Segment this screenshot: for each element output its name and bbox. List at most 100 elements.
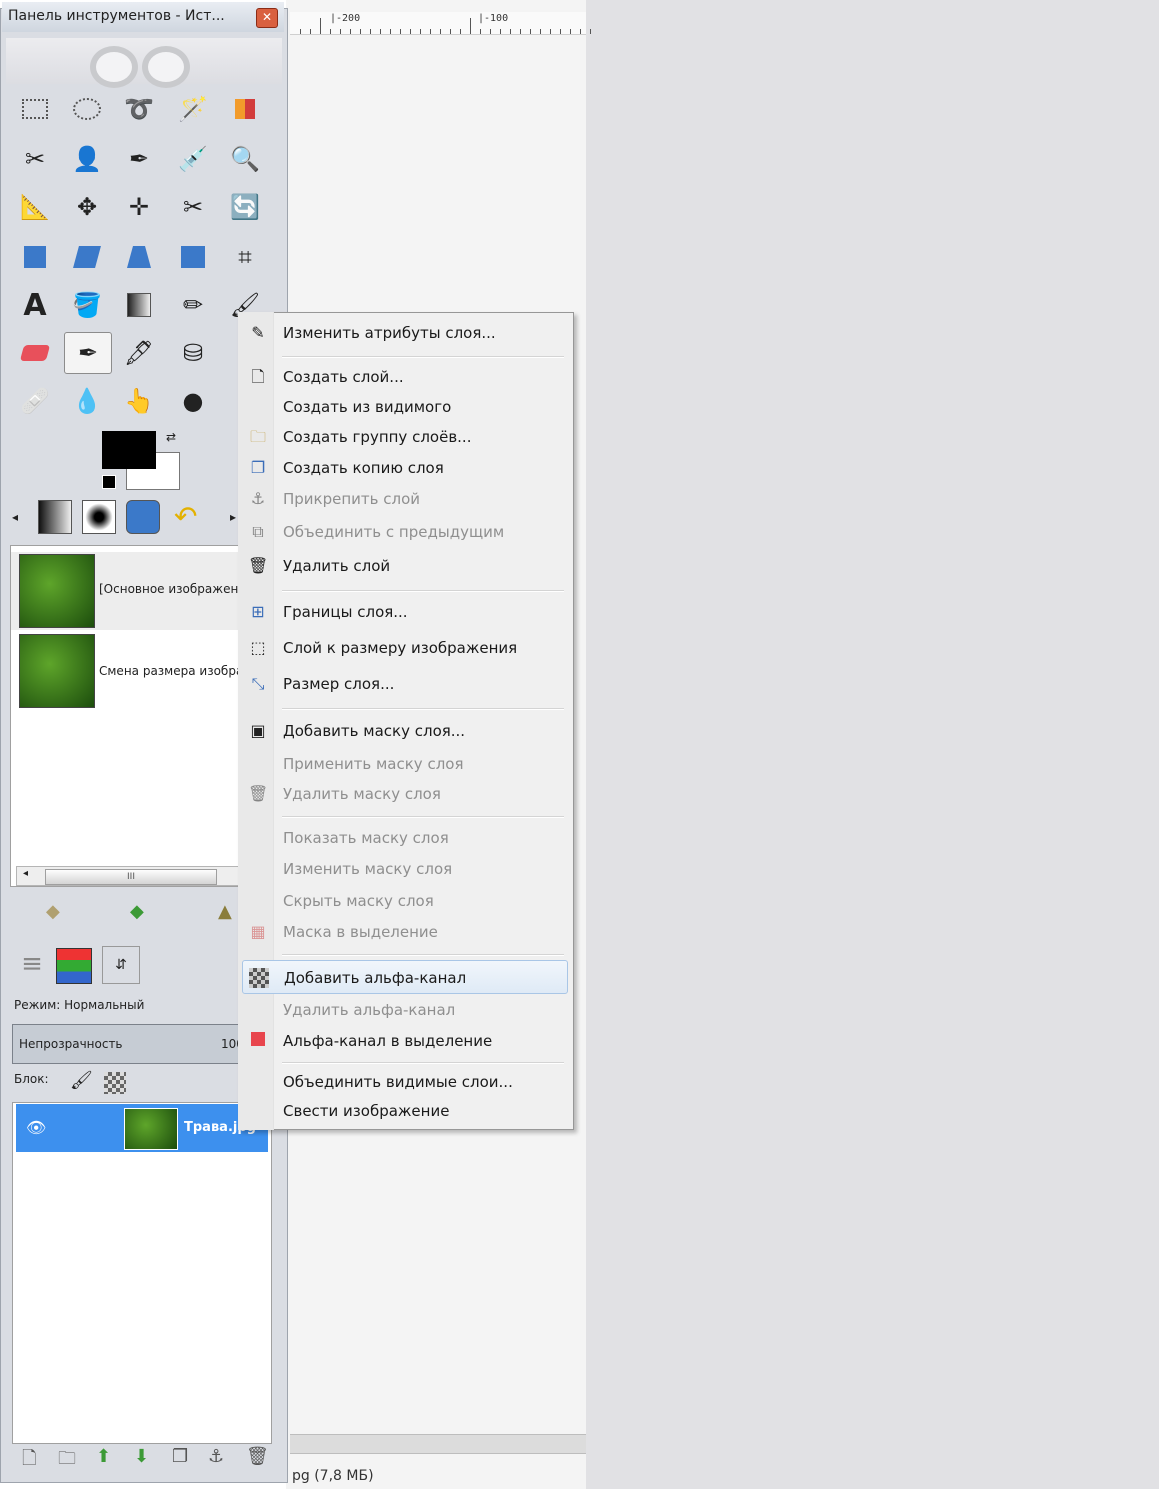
list-item[interactable]: Смена размера изображения	[11, 634, 247, 712]
ruler-tick	[360, 29, 361, 34]
new-group-icon[interactable]: 🗀	[58, 1446, 76, 1476]
lock-pixels-icon[interactable]: 🖌	[70, 1070, 93, 1091]
lower-layer-icon[interactable]: ⬇	[134, 1446, 149, 1467]
rect-select-icon[interactable]	[18, 92, 52, 126]
arrow-left-icon[interactable]: ◂	[12, 510, 18, 524]
gradient-tab-icon[interactable]	[38, 500, 72, 534]
delete-image-icon[interactable]: ▲	[218, 901, 232, 922]
ruler-tick	[400, 29, 401, 34]
heal-icon[interactable]: 🩹	[18, 384, 52, 418]
color-picker-icon[interactable]: 💉	[176, 142, 210, 176]
menu-item-add-layer-mask[interactable]: ▣ Добавить маску слоя...	[242, 716, 568, 746]
opacity-slider[interactable]: Непрозрачность 100	[12, 1024, 244, 1064]
foreground-select-icon[interactable]: 👤	[70, 142, 104, 176]
dodge-burn-icon[interactable]: ●	[176, 384, 210, 418]
mode-value[interactable]: Нормальный	[64, 998, 144, 1012]
menu-item-anchor-layer[interactable]: ⚓ Прикрепить слой	[242, 484, 568, 514]
new-view-icon[interactable]: ◆	[130, 901, 144, 922]
close-button[interactable]: ✕	[256, 8, 278, 28]
blend-icon[interactable]	[122, 288, 156, 322]
free-select-icon[interactable]: ➰	[122, 92, 156, 126]
brush-tab-icon[interactable]	[82, 500, 116, 534]
menu-item-disable-layer-mask[interactable]: Скрыть маску слоя	[242, 886, 568, 916]
bucket-fill-icon[interactable]: 🪣	[70, 288, 104, 322]
raise-view-icon[interactable]: ◆	[46, 901, 60, 922]
canvas-scrollbar[interactable]	[290, 1434, 586, 1454]
scale-icon[interactable]	[18, 240, 52, 274]
menu-item-new-group[interactable]: 🗀 Создать группу слоёв...	[242, 422, 568, 452]
delete-layer-icon[interactable]: 🗑	[246, 1446, 269, 1467]
move-icon[interactable]: ✥	[70, 190, 104, 224]
menu-item-apply-layer-mask[interactable]: Применить маску слоя	[242, 749, 568, 779]
menu-item-duplicate-layer[interactable]: ❐ Создать копию слоя	[242, 453, 568, 483]
layers-tab-icon[interactable]: ≡	[12, 944, 52, 984]
raise-layer-icon[interactable]: ⬆	[96, 1446, 111, 1467]
paths-icon[interactable]: ✒	[122, 142, 156, 176]
mode-row[interactable]: Режим: Нормальный	[14, 998, 144, 1012]
clone-icon[interactable]: ⛁	[176, 336, 210, 370]
shear-icon[interactable]	[70, 240, 104, 274]
perspective-icon[interactable]	[122, 240, 156, 274]
menu-item-flatten-image[interactable]: Свести изображение	[242, 1096, 568, 1126]
list-item[interactable]: [Основное изображение]	[11, 552, 247, 630]
menu-item-delete-layer-mask[interactable]: 🗑 Удалить маску слоя	[242, 779, 568, 809]
window-title: Панель инструментов - Ист...	[8, 8, 225, 24]
menu-item-remove-alpha-channel[interactable]: Удалить альфа-канал	[242, 995, 568, 1025]
pencil-icon[interactable]: ✏	[176, 288, 210, 322]
zoom-icon[interactable]: 🔍	[228, 142, 262, 176]
menu-item-edit-layer-mask[interactable]: Изменить маску слоя	[242, 854, 568, 884]
horizontal-scrollbar[interactable]: ◂ III	[16, 866, 240, 886]
measure-icon[interactable]: 📐	[18, 190, 52, 224]
help-tab-icon[interactable]	[126, 500, 160, 534]
default-colors-icon[interactable]	[102, 475, 116, 489]
align-icon[interactable]: ✛	[122, 190, 156, 224]
undo-history-tab-icon[interactable]: ↶	[174, 500, 197, 533]
menu-item-layer-boundary[interactable]: ⊞ Границы слоя...	[242, 597, 568, 627]
menu-item-merge-down[interactable]: ⧉ Объединить с предыдущим	[242, 517, 568, 547]
menu-item-add-alpha-channel[interactable]: Добавить альфа-канал	[242, 960, 568, 994]
horizontal-ruler[interactable]: |-200 |-100	[290, 12, 591, 35]
menu-item-merge-visible[interactable]: Объединить видимые слои...	[242, 1067, 568, 1097]
ruler-tick	[500, 29, 501, 34]
scissors-icon[interactable]: ✂	[18, 142, 52, 176]
toolbox-titlebar[interactable]: Панель инструментов - Ист... ✕	[2, 2, 284, 32]
scroll-thumb[interactable]: III	[45, 869, 217, 885]
text-icon[interactable]: A	[18, 288, 52, 323]
foreground-color[interactable]	[102, 431, 156, 469]
menu-item-alpha-to-selection[interactable]: Альфа-канал в выделение	[242, 1026, 568, 1056]
ellipse-select-icon[interactable]	[70, 92, 104, 126]
menu-item-show-layer-mask[interactable]: Показать маску слоя	[242, 823, 568, 853]
arrow-right-icon[interactable]: ▸	[230, 510, 236, 524]
flip-icon[interactable]	[176, 240, 210, 274]
smudge-icon[interactable]: 👆	[122, 384, 156, 418]
channels-tab-icon[interactable]	[56, 948, 92, 984]
menu-item-mask-to-selection[interactable]: ▦ Маска в выделение	[242, 917, 568, 947]
layer-row[interactable]: 👁 Трава.jpg	[16, 1104, 268, 1152]
menu-item-layer-to-image-size[interactable]: ⬚ Слой к размеру изображения	[242, 633, 568, 663]
anchor-layer-icon[interactable]: ⚓	[208, 1446, 224, 1467]
duplicate-layer-icon[interactable]: ❐	[172, 1446, 188, 1467]
edit-icon: ✎	[251, 323, 265, 342]
new-layer-icon[interactable]: 🗋	[22, 1446, 36, 1476]
eraser-icon[interactable]	[18, 336, 52, 370]
scroll-left-icon[interactable]: ◂	[23, 868, 28, 879]
lock-alpha-icon[interactable]	[104, 1072, 126, 1094]
rotate-icon[interactable]: 🔄	[228, 190, 262, 224]
fuzzy-select-icon[interactable]: 🪄	[176, 92, 210, 126]
blur-sharpen-icon[interactable]: 💧	[70, 384, 104, 418]
menu-separator	[282, 708, 564, 710]
merge-icon: ⧉	[252, 522, 264, 541]
ink-icon[interactable]: 🖋	[122, 336, 156, 370]
menu-item-scale-layer[interactable]: ⤡ Размер слоя...	[242, 669, 568, 699]
swap-colors-icon[interactable]: ⇄	[166, 430, 176, 444]
paths-tab-icon[interactable]: ⇵	[102, 946, 140, 984]
visibility-eye-icon[interactable]: 👁	[26, 1118, 46, 1137]
menu-item-delete-layer[interactable]: 🗑 Удалить слой	[242, 551, 568, 581]
airbrush-icon[interactable]: ✒	[64, 332, 112, 374]
crop-icon[interactable]: ✂	[176, 190, 210, 224]
menu-item-new-from-visible[interactable]: Создать из видимого	[242, 392, 568, 422]
menu-item-edit-attributes[interactable]: ✎ Изменить атрибуты слоя...	[242, 318, 568, 348]
menu-item-new-layer[interactable]: 🗋 Создать слой...	[242, 362, 568, 392]
select-by-color-icon[interactable]	[228, 92, 262, 126]
cage-transform-icon[interactable]: ⌗	[228, 240, 262, 274]
